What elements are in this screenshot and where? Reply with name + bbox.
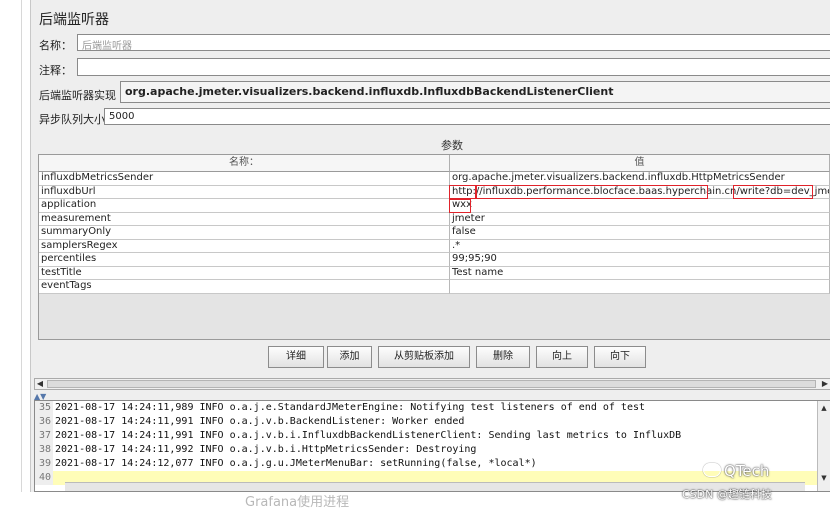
add-button[interactable]: 添加 [327, 346, 372, 368]
param-name[interactable]: samplersRegex [39, 239, 450, 253]
log-line: 35 2021-08-17 14:24:11,989 INFO o.a.j.e.S… [35, 401, 817, 415]
move-down-button[interactable]: 向下 [594, 346, 646, 368]
log-vertical-scrollbar[interactable]: ▲ ▼ [817, 401, 830, 491]
table-row[interactable]: samplersRegex .* [39, 239, 830, 253]
brand-text: QTech [724, 462, 770, 480]
table-row[interactable]: testTitle Test name [39, 266, 830, 280]
queue-size-label: 异步队列大小 [39, 113, 105, 126]
log-line: 38 2021-08-17 14:24:11,992 INFO o.a.j.v.b… [35, 443, 817, 457]
implementation-select[interactable]: org.apache.jmeter.visualizers.backend.in… [120, 81, 830, 103]
column-header-name[interactable]: 名称： [39, 155, 450, 172]
table-header: 名称： 值 [39, 155, 830, 172]
table-row[interactable]: application wxx [39, 199, 830, 213]
line-number: 39 [35, 457, 53, 471]
delete-button[interactable]: 删除 [476, 346, 530, 368]
param-name[interactable]: testTitle [39, 266, 450, 280]
column-header-value[interactable]: 值 [450, 155, 830, 172]
param-value[interactable]: 99;95;90 [450, 253, 830, 267]
add-from-clipboard-button[interactable]: 从剪贴板添加 [378, 346, 470, 368]
detail-button[interactable]: 详细 [268, 346, 324, 368]
param-name[interactable]: influxdbMetricsSender [39, 172, 450, 186]
implementation-label: 后端监听器实现 [39, 89, 116, 102]
queue-size-field[interactable]: 5000 [104, 108, 830, 125]
log-text: 2021-08-17 14:24:11,991 INFO o.a.j.v.b.i… [55, 430, 682, 441]
name-field[interactable]: 后端监听器 [77, 34, 830, 51]
scroll-down-icon[interactable]: ▼ [818, 473, 830, 483]
param-name[interactable]: eventTags [39, 280, 450, 294]
scroll-left-icon[interactable]: ◀ [35, 379, 45, 389]
comment-field[interactable] [77, 58, 830, 76]
line-number: 35 [35, 401, 53, 415]
param-value[interactable]: false [450, 226, 830, 240]
line-number: 36 [35, 415, 53, 429]
log-line: 36 2021-08-17 14:24:11,991 INFO o.a.j.v.b… [35, 415, 817, 429]
param-value[interactable]: .* [450, 239, 830, 253]
image-caption: Grafana使用进程 [245, 495, 350, 510]
log-text: 2021-08-17 14:24:11,991 INFO o.a.j.v.b.B… [55, 416, 465, 427]
scroll-right-icon[interactable]: ▶ [820, 379, 830, 389]
table-button-bar: 详细 添加 从剪贴板添加 删除 向上 向下 [31, 346, 830, 370]
scrollbar-thumb[interactable] [47, 380, 816, 388]
left-gutter [0, 0, 30, 492]
line-number: 40 [35, 471, 53, 485]
parameters-table: 名称： 值 influxdbMetricsSender org.apache.j… [38, 154, 830, 340]
param-name[interactable]: application [39, 199, 450, 213]
line-number: 38 [35, 443, 53, 457]
table-row[interactable]: percentiles 99;95;90 [39, 253, 830, 267]
move-up-button[interactable]: 向上 [536, 346, 588, 368]
scroll-up-icon[interactable]: ▲ [818, 403, 830, 413]
param-value[interactable]: jmeter [450, 212, 830, 226]
gutter-divider [21, 0, 22, 492]
table-row[interactable]: influxdbUrl http://influxdb.performance.… [39, 185, 830, 199]
param-name[interactable]: summaryOnly [39, 226, 450, 240]
table-row[interactable]: eventTags [39, 280, 830, 294]
log-line: 39 2021-08-17 14:24:12,077 INFO o.a.j.g.u… [35, 457, 817, 471]
log-text: 2021-08-17 14:24:11,989 INFO o.a.j.e.Sta… [55, 402, 646, 413]
param-value[interactable]: org.apache.jmeter.visualizers.backend.in… [450, 172, 830, 186]
wechat-icon [703, 463, 721, 477]
backend-listener-panel: 后端监听器 名称： 后端监听器 注释： 后端监听器实现 org.apache.j… [30, 0, 830, 492]
param-value[interactable]: http://influxdb.performance.blocface.baa… [450, 185, 830, 199]
source-watermark: CSDN @趣链科技 [682, 488, 772, 501]
brand-watermark: QTech [703, 462, 769, 480]
comment-label: 注释： [39, 64, 72, 77]
horizontal-scrollbar[interactable]: ◀ ▶ [34, 378, 830, 390]
table-body: influxdbMetricsSender org.apache.jmeter.… [39, 172, 830, 294]
name-label: 名称： [39, 39, 72, 52]
panel-title: 后端监听器 [39, 12, 109, 28]
log-text: 2021-08-17 14:24:12,077 INFO o.a.j.g.u.J… [55, 458, 537, 469]
table-row[interactable]: influxdbMetricsSender org.apache.jmeter.… [39, 172, 830, 186]
param-value[interactable]: wxx [450, 199, 830, 213]
log-line: 37 2021-08-17 14:24:11,991 INFO o.a.j.v.b… [35, 429, 817, 443]
param-value[interactable]: Test name [450, 266, 830, 280]
param-name[interactable]: percentiles [39, 253, 450, 267]
log-lines: 35 2021-08-17 14:24:11,989 INFO o.a.j.e.S… [35, 401, 817, 485]
param-name[interactable]: influxdbUrl [39, 185, 450, 199]
table-row[interactable]: summaryOnly false [39, 226, 830, 240]
log-text: 2021-08-17 14:24:11,992 INFO o.a.j.v.b.i… [55, 444, 477, 455]
parameters-label: 参数 [441, 139, 463, 152]
line-number: 37 [35, 429, 53, 443]
param-value[interactable] [450, 280, 830, 294]
table-row[interactable]: measurement jmeter [39, 212, 830, 226]
param-name[interactable]: measurement [39, 212, 450, 226]
